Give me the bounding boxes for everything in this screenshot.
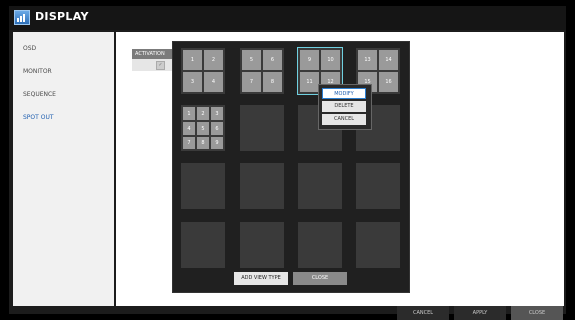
channel-cell: 3 xyxy=(183,72,202,92)
channel-cell: 13 xyxy=(358,50,377,70)
title-bar: DISPLAY xyxy=(9,6,566,30)
channel-cell: 2 xyxy=(204,50,223,70)
empty-view-slot[interactable] xyxy=(240,105,284,151)
view-type-quad-1[interactable]: 1 2 3 4 xyxy=(181,48,225,94)
channel-cell: 5 xyxy=(197,122,209,135)
footer-bar: CANCEL APPLY CLOSE xyxy=(9,306,566,320)
cancel-button[interactable]: CANCEL xyxy=(397,306,449,320)
channel-cell: 11 xyxy=(300,72,319,92)
channel-cell: 3 xyxy=(211,107,223,120)
channel-cell: 9 xyxy=(211,137,223,149)
delete-menu-item[interactable]: DELETE xyxy=(322,101,366,112)
channel-cell: 5 xyxy=(242,50,261,70)
close-button[interactable]: CLOSE xyxy=(511,306,563,320)
channel-cell: 4 xyxy=(183,122,195,135)
display-icon xyxy=(14,10,30,25)
sidebar-item-spot-out[interactable]: SPOT OUT xyxy=(23,114,54,121)
empty-view-slot[interactable] xyxy=(298,163,342,209)
channel-cell: 1 xyxy=(183,50,202,70)
apply-button[interactable]: APPLY xyxy=(454,306,506,320)
window-title: DISPLAY xyxy=(35,10,89,23)
channel-cell: 7 xyxy=(242,72,261,92)
channel-cell: 2 xyxy=(197,107,209,120)
channel-cell: 10 xyxy=(321,50,340,70)
empty-view-slot[interactable] xyxy=(181,222,225,268)
sidebar-item-osd[interactable]: OSD xyxy=(23,45,36,52)
activation-row: ✓ xyxy=(132,59,177,71)
add-view-type-button[interactable]: ADD VIEW TYPE xyxy=(234,272,288,285)
activation-checkbox[interactable]: ✓ xyxy=(156,61,165,70)
channel-cell: 7 xyxy=(183,137,195,149)
channel-cell: 8 xyxy=(263,72,282,92)
activation-header: ACTIVATION xyxy=(132,49,177,59)
context-menu: MODIFY DELETE CANCEL xyxy=(318,84,372,130)
activation-column: ACTIVATION ✓ xyxy=(132,49,177,71)
sidebar-item-monitor[interactable]: MONITOR xyxy=(23,68,52,75)
channel-cell: 8 xyxy=(197,137,209,149)
empty-view-slot[interactable] xyxy=(356,163,400,209)
view-type-nine[interactable]: 1 2 3 4 5 6 7 8 9 xyxy=(181,105,225,151)
channel-cell: 9 xyxy=(300,50,319,70)
channel-cell: 6 xyxy=(211,122,223,135)
sidebar: OSD MONITOR SEQUENCE SPOT OUT xyxy=(13,32,114,306)
empty-view-slot[interactable] xyxy=(298,222,342,268)
empty-view-slot[interactable] xyxy=(240,222,284,268)
channel-cell: 6 xyxy=(263,50,282,70)
modify-menu-item[interactable]: MODIFY xyxy=(322,88,366,99)
channel-cell: 4 xyxy=(204,72,223,92)
modal-close-button[interactable]: CLOSE xyxy=(293,272,347,285)
channel-cell: 14 xyxy=(379,50,398,70)
empty-view-slot[interactable] xyxy=(356,222,400,268)
empty-view-slot[interactable] xyxy=(181,163,225,209)
empty-view-slot[interactable] xyxy=(240,163,284,209)
sidebar-item-sequence[interactable]: SEQUENCE xyxy=(23,91,56,98)
channel-cell: 16 xyxy=(379,72,398,92)
view-type-quad-2[interactable]: 5 6 7 8 xyxy=(240,48,284,94)
spot-out-view-dialog: 1 2 3 4 5 6 7 8 9 10 11 12 13 14 15 16 1… xyxy=(172,41,410,293)
channel-cell: 1 xyxy=(183,107,195,120)
cancel-menu-item[interactable]: CANCEL xyxy=(322,114,366,125)
